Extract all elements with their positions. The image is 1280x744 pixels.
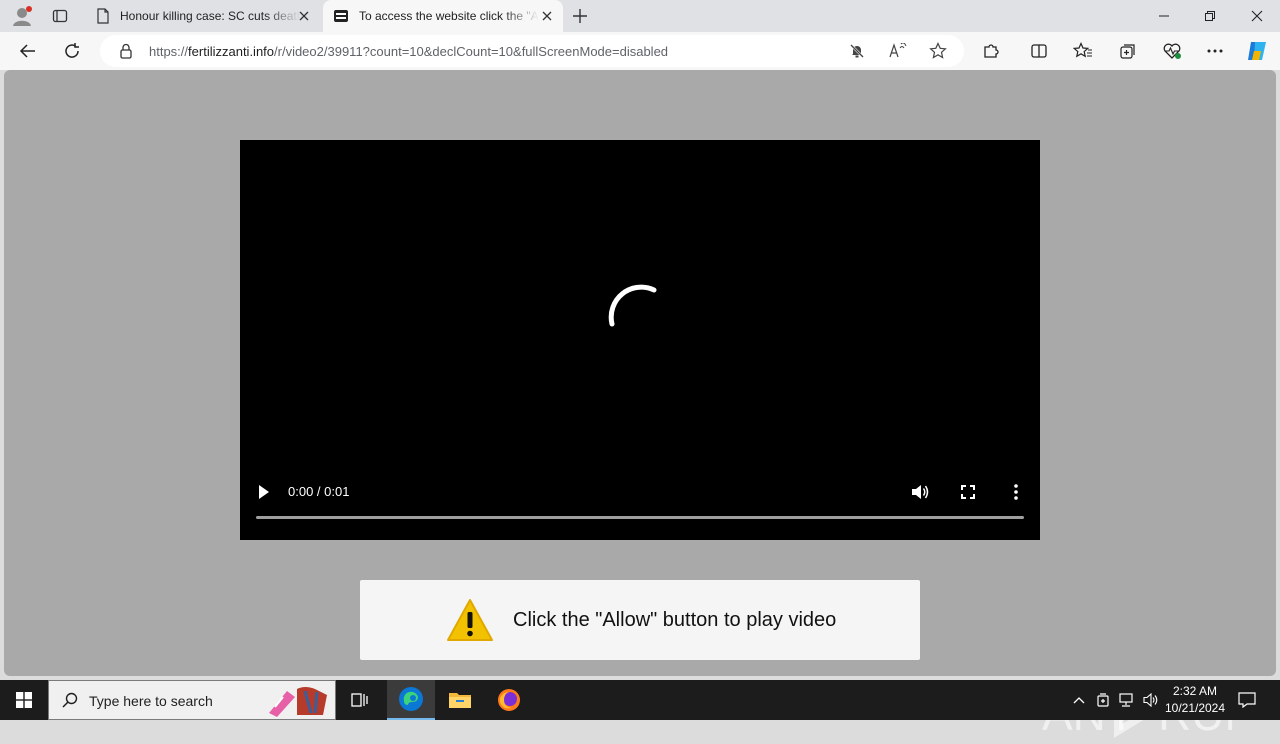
read-aloud-button[interactable]	[888, 41, 908, 61]
edge-icon	[399, 687, 423, 711]
new-tab-button[interactable]	[568, 5, 592, 27]
collections-icon	[1120, 44, 1135, 59]
windows-logo-icon	[16, 692, 32, 708]
site-icon	[334, 10, 348, 22]
volume-button[interactable]	[908, 480, 932, 504]
favorites-button[interactable]	[1068, 37, 1098, 65]
search-highlight-icon	[269, 687, 327, 717]
tab-honour-killing[interactable]: Honour killing case: SC cuts death	[86, 0, 320, 32]
close-icon[interactable]	[539, 8, 555, 24]
back-button[interactable]	[13, 37, 43, 65]
search-placeholder: Type here to search	[89, 693, 213, 709]
folder-icon	[449, 693, 471, 708]
show-hidden-icons-button[interactable]	[1068, 680, 1090, 720]
play-icon	[259, 485, 269, 499]
taskbar-firefox-button[interactable]	[485, 680, 533, 720]
settings-more-button[interactable]	[1200, 37, 1230, 65]
allow-notice-banner: Click the "Allow" button to play video	[360, 580, 920, 660]
add-favorite-button[interactable]	[928, 41, 948, 61]
collections-button[interactable]	[1113, 37, 1143, 65]
puzzle-icon	[984, 44, 999, 58]
task-view-icon	[351, 693, 368, 707]
start-button[interactable]	[0, 680, 48, 720]
plus-icon	[573, 9, 587, 23]
vertical-ellipsis-icon	[1014, 484, 1018, 500]
volume-icon	[912, 485, 929, 499]
video-options-button[interactable]	[1004, 480, 1028, 504]
heart-pulse-icon	[1163, 43, 1181, 59]
notifications-button[interactable]	[1232, 680, 1262, 720]
loading-spinner-icon	[608, 284, 657, 327]
copilot-icon	[1248, 42, 1266, 60]
taskbar-search-box[interactable]: Type here to search	[48, 680, 336, 720]
clock-time: 2:32 AM	[1172, 684, 1218, 698]
taskbar: Type here to search 2:32 AM 10/21/2024	[0, 680, 1280, 720]
copilot-button[interactable]	[1242, 37, 1272, 65]
tray-network-button[interactable]	[1116, 680, 1138, 720]
profile-button[interactable]	[8, 4, 36, 28]
close-icon[interactable]	[296, 8, 312, 24]
search-icon	[62, 692, 78, 708]
site-info-button[interactable]	[116, 41, 136, 61]
tab-title: To access the website click the "Allow"	[359, 9, 539, 23]
minimize-icon	[1159, 15, 1169, 17]
browser-essentials-button[interactable]	[1157, 37, 1187, 65]
read-aloud-icon	[889, 43, 907, 58]
restore-button[interactable]	[1187, 0, 1233, 32]
tab-actions-icon	[52, 9, 68, 23]
refresh-icon	[65, 43, 79, 58]
minimize-button[interactable]	[1141, 0, 1187, 32]
page-viewport: 0:00 / 0:01 Click the "Allow" button to …	[4, 70, 1276, 740]
warning-icon	[447, 599, 493, 641]
tab-title: Honour killing case: SC cuts death	[120, 9, 300, 23]
taskbar-file-explorer-button[interactable]	[436, 680, 484, 720]
refresh-button[interactable]	[57, 37, 87, 65]
tray-volume-button[interactable]	[1140, 680, 1162, 720]
back-arrow-icon	[19, 44, 35, 58]
tab-access-website[interactable]: To access the website click the "Allow"	[323, 0, 563, 32]
split-screen-button[interactable]	[1024, 37, 1054, 65]
browser-toolbar: https://fertilizzanti.info/r/video2/3991…	[0, 32, 1280, 70]
device-icon	[1097, 693, 1109, 707]
url-scheme: https://	[149, 44, 189, 59]
video-player[interactable]: 0:00 / 0:01	[240, 140, 1040, 540]
star-icon	[929, 42, 947, 59]
window-close-button[interactable]	[1234, 0, 1280, 32]
address-url[interactable]: https://fertilizzanti.info/r/video2/3991…	[149, 44, 668, 59]
firefox-icon	[498, 689, 520, 711]
video-time: 0:00 / 0:01	[288, 484, 350, 499]
page-icon	[97, 8, 109, 24]
video-progress-bar[interactable]	[256, 516, 1024, 519]
tab-strip: Honour killing case: SC cuts death To ac…	[0, 0, 1280, 32]
url-path: /r/video2/39911?count=10&declCount=10&fu…	[274, 44, 669, 59]
profile-icon	[13, 6, 32, 26]
favorites-icon	[1073, 42, 1092, 58]
speaker-icon	[1143, 693, 1158, 707]
close-icon	[1251, 10, 1263, 22]
fullscreen-button[interactable]	[956, 480, 980, 504]
notification-icon	[1238, 692, 1256, 708]
clock-date: 10/21/2024	[1164, 701, 1226, 715]
task-view-button[interactable]	[340, 680, 380, 720]
address-bar[interactable]: https://fertilizzanti.info/r/video2/3991…	[100, 35, 964, 67]
bell-slash-icon	[850, 44, 864, 58]
tray-device-button[interactable]	[1092, 680, 1114, 720]
url-host: fertilizzanti.info	[188, 44, 275, 59]
notice-message: Click the "Allow" button to play video	[513, 609, 837, 631]
taskbar-clock[interactable]: 2:32 AM 10/21/2024	[1162, 683, 1228, 717]
extensions-button[interactable]	[976, 37, 1006, 65]
notifications-blocked-button[interactable]	[847, 41, 867, 61]
network-icon	[1119, 693, 1133, 707]
taskbar-edge-button[interactable]	[387, 680, 435, 720]
play-button[interactable]	[254, 480, 274, 504]
chevron-up-icon	[1073, 697, 1085, 704]
fullscreen-icon	[961, 485, 975, 499]
split-screen-icon	[1031, 44, 1047, 58]
ellipsis-icon	[1207, 49, 1223, 53]
tab-actions-button[interactable]	[46, 4, 74, 28]
lock-icon	[120, 43, 132, 59]
restore-icon	[1205, 11, 1215, 21]
